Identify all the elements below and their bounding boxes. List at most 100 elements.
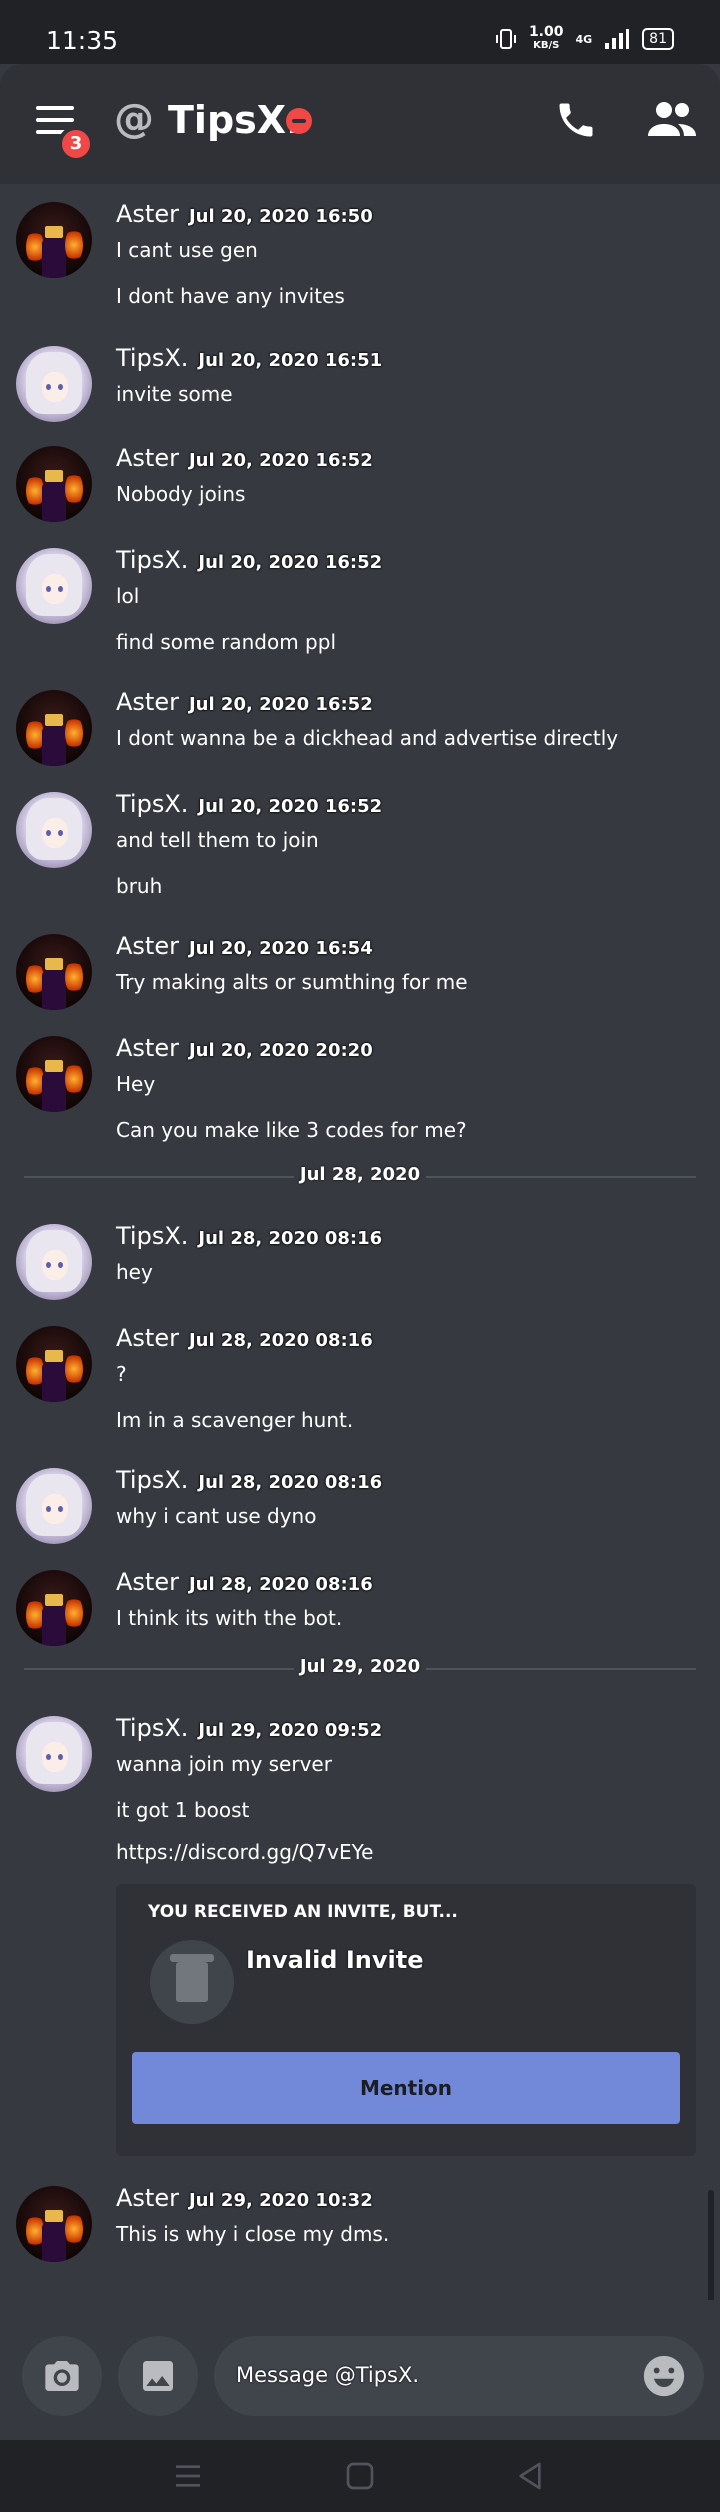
username[interactable]: Aster Jul 20, 2020 16:54 <box>116 932 373 960</box>
mention-button[interactable]: Mention <box>132 2052 680 2124</box>
message-text: I dont wanna be a dickhead and advertise… <box>116 726 619 750</box>
invite-heading: YOU RECEIVED AN INVITE, BUT... <box>148 1902 458 1922</box>
avatar[interactable] <box>16 202 92 278</box>
call-icon[interactable] <box>554 98 598 142</box>
timestamp: Jul 20, 2020 16:54 <box>188 938 373 959</box>
message-text: why i cant use dyno <box>116 1504 317 1528</box>
battery-indicator: 81 <box>642 28 674 50</box>
timestamp: Jul 28, 2020 08:16 <box>188 1574 373 1595</box>
username[interactable]: TipsX. Jul 28, 2020 08:16 <box>116 1466 382 1494</box>
date-divider-label: Jul 29, 2020 <box>293 1656 427 1677</box>
message-list[interactable]: Aster Jul 20, 2020 16:50 I cant use gen I… <box>0 184 720 2300</box>
vibrate-icon <box>495 29 516 49</box>
avatar[interactable] <box>16 1036 92 1112</box>
back-icon[interactable] <box>514 2460 546 2492</box>
timestamp: Jul 20, 2020 16:52 <box>188 694 373 715</box>
timestamp: Jul 29, 2020 09:52 <box>198 1720 383 1741</box>
network-speed: 1.00 KB/S <box>528 24 564 51</box>
message-text: invite some <box>116 382 233 406</box>
at-icon: @ <box>114 96 154 142</box>
avatar[interactable] <box>16 1224 92 1300</box>
message-text: Nobody joins <box>116 482 246 506</box>
image-icon <box>143 2361 173 2391</box>
timestamp: Jul 20, 2020 16:52 <box>198 796 383 817</box>
avatar[interactable] <box>16 2186 92 2262</box>
message-input[interactable]: Message @TipsX. <box>214 2336 704 2416</box>
message-text: I think its with the bot. <box>116 1606 343 1630</box>
invite-link[interactable]: https://discord.gg/Q7vEYe <box>116 1840 373 1864</box>
username[interactable]: TipsX. Jul 28, 2020 08:16 <box>116 1222 382 1250</box>
username[interactable]: Aster Jul 28, 2020 08:16 <box>116 1324 373 1352</box>
username[interactable]: TipsX. Jul 29, 2020 09:52 <box>116 1714 382 1742</box>
timestamp: Jul 20, 2020 16:51 <box>198 350 383 371</box>
trash-can-icon <box>150 1940 234 2024</box>
avatar[interactable] <box>16 1326 92 1402</box>
username[interactable]: Aster Jul 20, 2020 16:52 <box>116 688 373 716</box>
members-icon[interactable] <box>648 100 696 140</box>
timestamp: Jul 20, 2020 20:20 <box>188 1040 373 1061</box>
message-text: This is why i close my dms. <box>116 2222 390 2246</box>
avatar[interactable] <box>16 934 92 1010</box>
timestamp: Jul 20, 2020 16:52 <box>198 552 383 573</box>
timestamp: Jul 28, 2020 08:16 <box>188 1330 373 1351</box>
message-text: Try making alts or sumthing for me <box>116 970 468 994</box>
message-text: lol <box>116 584 140 608</box>
dnd-status-icon <box>286 108 312 134</box>
username[interactable]: Aster Jul 20, 2020 16:52 <box>116 444 373 472</box>
timestamp: Jul 20, 2020 16:50 <box>188 206 373 227</box>
message-text: bruh <box>116 874 163 898</box>
message-text: Can you make like 3 codes for me? <box>116 1118 467 1142</box>
message-text: it got 1 boost <box>116 1798 250 1822</box>
system-nav-bar <box>0 2440 720 2512</box>
avatar[interactable] <box>16 1468 92 1544</box>
username[interactable]: TipsX. Jul 20, 2020 16:51 <box>116 344 382 372</box>
signal-icon <box>605 29 630 49</box>
message-text: Im in a scavenger hunt. <box>116 1408 354 1432</box>
date-divider: Jul 28, 2020 <box>24 1164 696 1185</box>
gallery-button[interactable] <box>118 2336 198 2416</box>
username[interactable]: Aster Jul 20, 2020 20:20 <box>116 1034 373 1062</box>
username[interactable]: Aster Jul 29, 2020 10:32 <box>116 2184 373 2212</box>
date-divider: Jul 29, 2020 <box>24 1656 696 1677</box>
unread-badge: 3 <box>58 126 94 162</box>
timestamp: Jul 28, 2020 08:16 <box>198 1472 383 1493</box>
avatar[interactable] <box>16 346 92 422</box>
scrollbar[interactable] <box>708 2190 714 2310</box>
recents-icon[interactable] <box>172 2460 204 2492</box>
message-text: I cant use gen <box>116 238 258 262</box>
message-text: hey <box>116 1260 153 1284</box>
timestamp: Jul 29, 2020 10:32 <box>188 2190 373 2211</box>
username[interactable]: TipsX. Jul 20, 2020 16:52 <box>116 546 382 574</box>
avatar[interactable] <box>16 690 92 766</box>
home-icon[interactable] <box>344 2460 376 2492</box>
message-text: find some random ppl <box>116 630 336 654</box>
message-text: I dont have any invites <box>116 284 345 308</box>
network-type: 4G <box>575 32 593 46</box>
message-text: Hey <box>116 1072 156 1096</box>
message-text: wanna join my server <box>116 1752 332 1776</box>
timestamp: Jul 20, 2020 16:52 <box>188 450 373 471</box>
emoji-icon[interactable] <box>642 2354 686 2398</box>
status-icons: 1.00 KB/S 4G 81 <box>495 24 674 52</box>
status-bar: 11:35 1.00 KB/S 4G 81 <box>0 0 720 64</box>
avatar[interactable] <box>16 792 92 868</box>
status-time: 11:35 <box>46 26 119 55</box>
message-text: and tell them to join <box>116 828 319 852</box>
channel-header: 3 @ TipsX. <box>0 64 720 184</box>
camera-button[interactable] <box>22 2336 102 2416</box>
message-text: ? <box>116 1362 127 1386</box>
avatar[interactable] <box>16 1716 92 1792</box>
avatar[interactable] <box>16 446 92 522</box>
username[interactable]: Aster Jul 28, 2020 08:16 <box>116 1568 373 1596</box>
username[interactable]: TipsX. Jul 20, 2020 16:52 <box>116 790 382 818</box>
camera-icon <box>45 2361 79 2391</box>
message-composer: Message @TipsX. <box>0 2300 720 2440</box>
message-input-placeholder: Message @TipsX. <box>236 2363 420 2387</box>
avatar[interactable] <box>16 1570 92 1646</box>
avatar[interactable] <box>16 548 92 624</box>
invite-title: Invalid Invite <box>246 1946 424 1974</box>
date-divider-label: Jul 28, 2020 <box>293 1164 427 1185</box>
timestamp: Jul 28, 2020 08:16 <box>198 1228 383 1249</box>
invite-card: YOU RECEIVED AN INVITE, BUT... Invalid I… <box>116 1884 696 2156</box>
username[interactable]: Aster Jul 20, 2020 16:50 <box>116 200 373 228</box>
